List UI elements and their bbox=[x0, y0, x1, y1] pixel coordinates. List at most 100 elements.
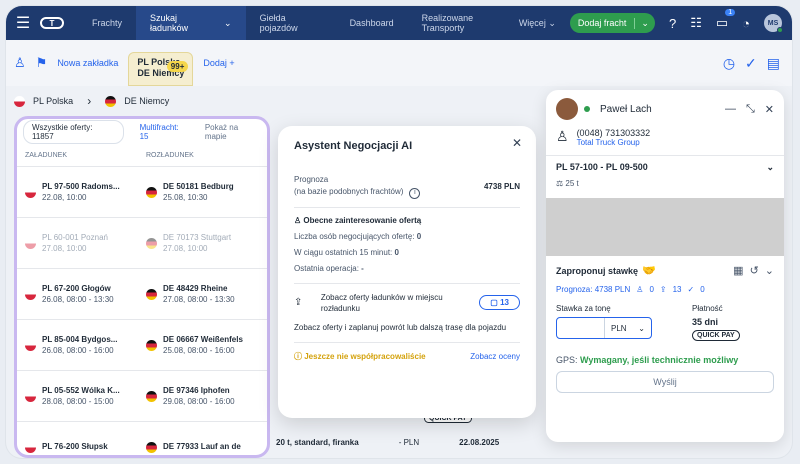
minimize-icon[interactable]: — bbox=[725, 103, 736, 116]
flag-de-icon bbox=[146, 441, 157, 453]
last15-value: 0 bbox=[394, 247, 399, 257]
clock-icon[interactable]: ◷ bbox=[723, 55, 735, 72]
loading-date: 28.08, 08:00 - 15:00 bbox=[42, 397, 114, 406]
close-icon[interactable]: ✕ bbox=[512, 136, 522, 150]
unloading-place: DE 70173 Stuttgart bbox=[163, 233, 232, 242]
filter-all[interactable]: Wszystkie oferty: 11857 bbox=[23, 120, 124, 144]
flag-de-icon bbox=[105, 95, 117, 107]
chat-icon[interactable]: ▭ 1 bbox=[716, 9, 736, 31]
phone[interactable]: (0048) 731303332 bbox=[577, 128, 651, 138]
chevron-right-icon: › bbox=[87, 94, 92, 108]
loading-date: 27.08, 10:00 bbox=[42, 244, 87, 253]
upload-icon: ⇪ bbox=[294, 297, 303, 308]
user-icon[interactable]: ♙ bbox=[14, 55, 26, 71]
list-item[interactable]: PL 76-200 Słupsk DE 77933 Lauf an de bbox=[17, 422, 267, 455]
bg-cargo: 20 t, standard, firanka bbox=[276, 438, 359, 447]
route-to[interactable]: DE Niemcy bbox=[124, 96, 169, 106]
loading-place: PL 76-200 Słupsk bbox=[42, 441, 108, 451]
flag-de-icon bbox=[146, 390, 157, 402]
flag-de-icon bbox=[146, 339, 157, 351]
company[interactable]: Total Truck Group bbox=[577, 138, 651, 147]
nav-szukaj[interactable]: Szukaj ładunków ⌄ bbox=[136, 6, 246, 40]
list-item[interactable]: PL 05-552 Wólka K... 28.08, 08:00 - 15:00… bbox=[17, 371, 267, 422]
route-summary[interactable]: PL 57-100 - PL 09-500 ⌄ bbox=[546, 155, 784, 179]
flag-pl-icon bbox=[25, 441, 36, 453]
list-item[interactable]: PL 60-001 Poznań 27.08, 10:00 DE 70173 Stu… bbox=[17, 218, 267, 269]
tab-pl-de[interactable]: PL Polska DE Niemcy 99+ bbox=[128, 52, 194, 86]
check-circle-icon[interactable]: ✓ bbox=[745, 55, 757, 72]
divider bbox=[294, 282, 520, 284]
help-icon[interactable]: ? bbox=[669, 16, 676, 31]
currency-select[interactable]: PLN ⌄ bbox=[605, 318, 651, 338]
flag-pl-icon bbox=[14, 95, 25, 107]
upload-icon: ⇪ bbox=[659, 285, 667, 294]
rate-value-field[interactable] bbox=[557, 318, 605, 338]
close-icon[interactable]: ✕ bbox=[765, 103, 774, 116]
propose-title: Zaproponuj stawkę bbox=[556, 265, 639, 276]
divider bbox=[294, 206, 520, 208]
currency-value: PLN bbox=[611, 324, 627, 333]
expand-icon[interactable]: ⤡ bbox=[746, 103, 755, 116]
warning-row: ⓘ Jeszcze nie współpracowaliście Zobacz … bbox=[294, 351, 520, 362]
bookmark-icon[interactable]: ⚑ bbox=[36, 55, 48, 71]
ratings-link[interactable]: Zobacz oceny bbox=[470, 352, 520, 361]
chevron-down-icon[interactable]: ⌄ bbox=[765, 264, 774, 277]
list-item[interactable]: PL 67-200 Głogów 26.08, 08:00 - 13:30 DE 4… bbox=[17, 269, 267, 320]
archive-icon[interactable]: ▤ bbox=[767, 55, 780, 72]
nav-realizowane[interactable]: Realizowane Transporty bbox=[408, 13, 488, 33]
loading-place: PL 05-552 Wólka K... bbox=[42, 386, 120, 395]
unloading-place: DE 48429 Rheine bbox=[163, 284, 228, 293]
unloading-place: DE 97346 Iphofen bbox=[163, 386, 230, 395]
filter-multifreight[interactable]: Multifracht: 15 bbox=[132, 121, 197, 143]
list-item[interactable]: PL 85-004 Bydgos... 26.08, 08:00 - 16:00 D… bbox=[17, 320, 267, 371]
add-tab-link[interactable]: Dodaj + bbox=[203, 58, 234, 68]
chevron-down-icon: ⌄ bbox=[638, 324, 645, 333]
add-freight-button[interactable]: Dodaj fracht ⌄ bbox=[569, 13, 655, 33]
person-name: Paweł Lach bbox=[600, 103, 652, 115]
unloading-place: DE 50181 Bedburg bbox=[163, 182, 234, 191]
info-icon[interactable]: i bbox=[409, 187, 421, 199]
nav-more-label: Więcej bbox=[518, 18, 546, 28]
warning-icon: ⓘ bbox=[294, 351, 305, 361]
history-icon[interactable]: ↺ bbox=[750, 264, 759, 277]
stat-2: 13 bbox=[672, 285, 682, 294]
nav-more[interactable]: Więcej ⌄ bbox=[519, 18, 556, 28]
loading-date: 26.08, 08:00 - 13:30 bbox=[42, 295, 114, 304]
chat-badge: 1 bbox=[725, 9, 736, 16]
offers-count-button[interactable]: ▢ 13 bbox=[479, 295, 520, 310]
send-button[interactable]: Wyślij bbox=[556, 371, 774, 393]
unloading-cell: DE 50181 Bedburg 25.08, 10:30 bbox=[146, 182, 267, 202]
menu-icon[interactable]: ☰ bbox=[6, 13, 40, 33]
logo[interactable]: T bbox=[40, 17, 64, 29]
chevron-down-icon[interactable]: ⌄ bbox=[766, 162, 774, 173]
new-tab-link[interactable]: Nowa zakładka bbox=[57, 58, 118, 68]
flag-pl-icon bbox=[25, 339, 36, 351]
weight-icon: ⚖ bbox=[556, 179, 566, 188]
top-nav: ☰ T Frachty Szukaj ładunków ⌄ Giełda poja… bbox=[6, 6, 792, 40]
list-item[interactable]: PL 97-500 Radoms... 22.08, 10:00 DE 50181 … bbox=[17, 167, 267, 218]
nav-gielda[interactable]: Giełda pojazdów bbox=[246, 13, 336, 33]
calculator-icon[interactable]: ▦ bbox=[733, 264, 743, 277]
app-window: ☰ T Frachty Szukaj ładunków ⌄ Giełda poja… bbox=[6, 6, 792, 458]
person-icon: ♙ bbox=[294, 215, 304, 225]
nav-dashboard[interactable]: Dashboard bbox=[336, 18, 408, 28]
rate-input[interactable]: PLN ⌄ bbox=[556, 317, 652, 339]
loading-place: PL 60-001 Poznań bbox=[42, 233, 108, 242]
bell-icon[interactable]: ◔ bbox=[742, 16, 750, 31]
unloading-cell: DE 97346 Iphofen 29.08, 08:00 - 16:00 bbox=[146, 386, 267, 406]
tabs-right: ◷ ✓ ▤ bbox=[723, 55, 792, 72]
person-icon: ♙ bbox=[636, 285, 644, 294]
rate-label: Stawka za tonę bbox=[556, 304, 611, 313]
chevron-down-icon[interactable]: ⌄ bbox=[634, 17, 655, 29]
loading-cell: PL 76-200 Słupsk bbox=[25, 441, 146, 453]
warning-text: Jeszcze nie współpracowaliście bbox=[304, 351, 426, 361]
avatar[interactable]: MS bbox=[764, 14, 783, 33]
bg-date: 22.08.2025 bbox=[459, 438, 500, 447]
nav-frachty[interactable]: Frachty bbox=[78, 18, 136, 28]
route-from[interactable]: PL Polska bbox=[33, 96, 73, 106]
show-map-link[interactable]: Pokaż na mapie bbox=[205, 123, 261, 141]
checklist-icon[interactable]: ☷ bbox=[690, 15, 702, 31]
last-op-value: - bbox=[361, 263, 364, 273]
loading-cell: PL 05-552 Wólka K... 28.08, 08:00 - 15:00 bbox=[25, 386, 146, 406]
negotiating-value: 0 bbox=[416, 231, 422, 241]
